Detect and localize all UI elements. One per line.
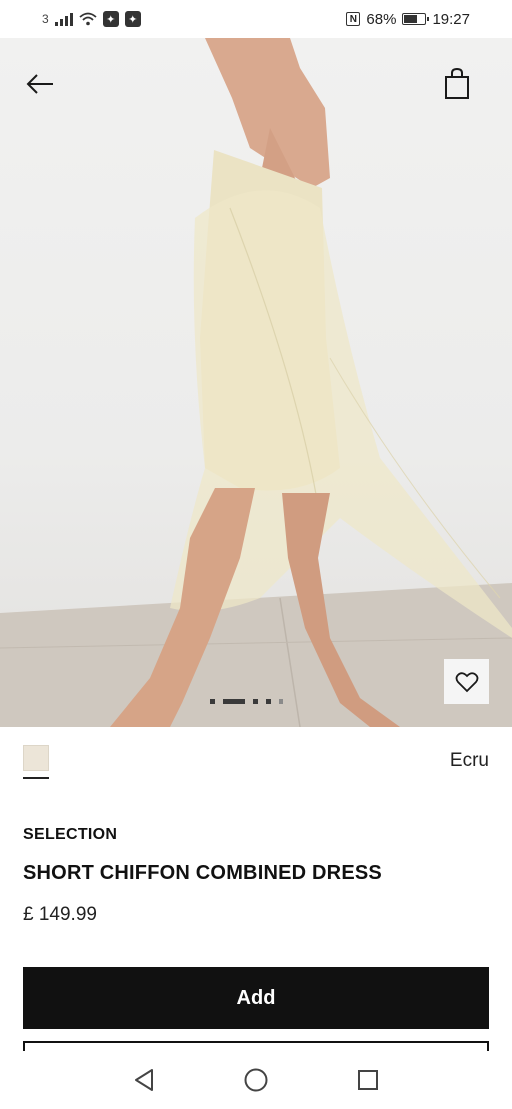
signal-icon [54,12,73,26]
sim-indicator: 3 [42,12,49,26]
color-swatch-ecru[interactable] [23,745,49,785]
selected-swatch-indicator [23,777,49,779]
carousel-dot[interactable] [266,699,271,704]
product-image-carousel[interactable] [0,38,512,727]
add-to-bag-button[interactable]: Add [23,967,489,1029]
carousel-dot[interactable] [279,699,283,704]
wifi-icon [79,12,97,26]
shopping-bag-button[interactable] [442,66,472,102]
battery-percent: 68% [366,10,397,28]
collection-label: SELECTION [23,826,118,843]
square-recents-icon [358,1070,378,1090]
notification-app-icon: ✦ [102,11,119,27]
status-right: N 68% 19:27 [346,11,470,28]
nav-home-button[interactable] [243,1067,269,1093]
nav-back-button[interactable] [131,1067,157,1093]
carousel-indicator [210,699,283,704]
nav-recents-button[interactable] [355,1067,381,1093]
system-nav-bar [0,1051,512,1109]
notification-app-icon: ✦ [124,11,141,27]
favorite-button[interactable] [444,659,489,704]
carousel-dot[interactable] [210,699,215,704]
carousel-dot[interactable] [223,699,245,704]
arrow-left-icon [26,74,53,94]
product-title: SHORT CHIFFON COMBINED DRESS [23,862,382,884]
triangle-back-icon [135,1069,153,1091]
status-bar: 3 ✦ ✦ N 68% 19:27 [0,0,512,38]
clock: 19:27 [432,10,470,28]
product-price: £ 149.99 [23,904,97,925]
circle-home-icon [244,1068,268,1092]
status-left: 3 ✦ ✦ [42,11,141,27]
battery-fill [404,15,418,23]
shopping-bag-icon [445,68,469,99]
battery-icon [402,13,430,25]
back-button[interactable] [22,66,58,102]
color-swatch [23,745,49,771]
color-name: Ecru [449,750,489,771]
color-selector: Ecru [23,745,489,785]
carousel-dot[interactable] [253,699,258,704]
product-photo [0,38,512,727]
heart-icon [455,671,478,692]
nfc-icon: N [346,12,361,26]
